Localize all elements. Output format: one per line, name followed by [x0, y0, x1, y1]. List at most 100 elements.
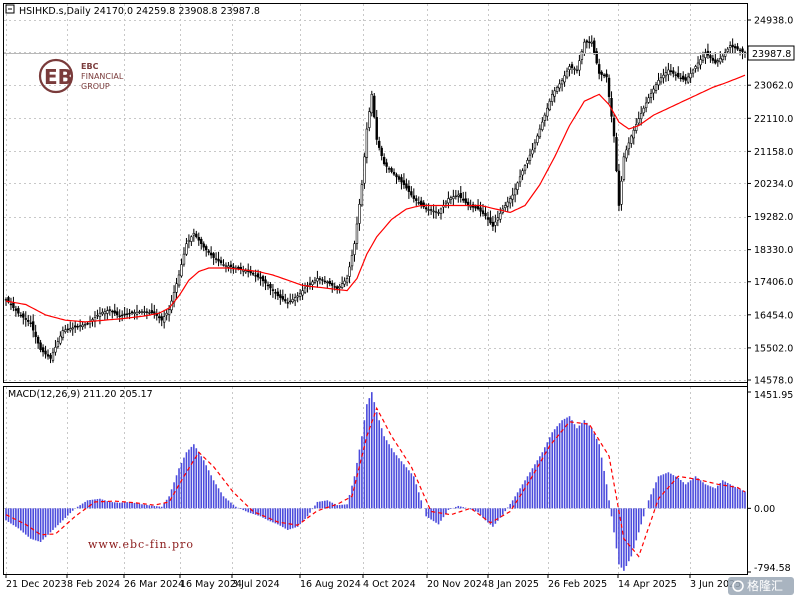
candle-body — [682, 75, 685, 80]
candle-body — [481, 210, 485, 214]
candle-body — [677, 72, 680, 78]
candle-body — [533, 142, 537, 149]
candle-body — [326, 281, 329, 284]
candle-body — [140, 311, 144, 313]
candle-body — [672, 70, 675, 74]
candle-body — [128, 312, 131, 315]
candle-body — [573, 68, 576, 70]
candle-body — [484, 212, 487, 217]
candle-body — [509, 198, 512, 204]
candle-body — [462, 198, 465, 201]
candle-body — [711, 57, 715, 61]
price-tick-label: 23062.0 — [754, 81, 793, 92]
candle-body — [261, 276, 265, 282]
candle-body — [143, 311, 146, 313]
candle-body — [41, 347, 45, 353]
candle-body — [286, 302, 289, 304]
candle-body — [570, 64, 574, 68]
candle-body — [24, 318, 27, 320]
candle-body — [699, 59, 702, 66]
candle-body — [538, 128, 542, 138]
candle-body — [575, 69, 579, 72]
chart-canvas: EB EBC FINANCIAL GROUP 24938.024010.0230… — [0, 0, 800, 597]
candle-body — [526, 160, 529, 164]
candle-body — [162, 316, 166, 323]
candle-body — [185, 243, 188, 255]
candle-body — [111, 310, 114, 313]
candle-body — [709, 55, 712, 59]
candle-body — [296, 295, 299, 298]
candle-body — [521, 170, 524, 176]
candle-body — [353, 243, 356, 255]
candle-body — [118, 315, 121, 317]
candle-body — [153, 311, 156, 314]
candle-body — [14, 308, 18, 311]
candle-body — [363, 156, 366, 184]
price-tick-label: 15502.0 — [754, 343, 793, 354]
candle-body — [217, 258, 220, 262]
candle-body — [249, 270, 252, 274]
candle-body — [560, 80, 564, 85]
candle-body — [214, 258, 218, 260]
candle-body — [733, 46, 737, 49]
candle-body — [427, 209, 430, 211]
candle-body — [150, 310, 154, 314]
brand-line3: GROUP — [81, 82, 110, 91]
candle-body — [237, 266, 240, 270]
candle-body — [244, 270, 247, 273]
candle-body — [86, 323, 89, 325]
candle-body — [78, 325, 82, 328]
candle-body — [496, 217, 500, 221]
candle-body — [56, 341, 60, 348]
candle-body — [19, 314, 23, 317]
candle-body — [583, 41, 586, 54]
brand-line1: EBC — [81, 62, 99, 71]
candle-body — [385, 162, 388, 167]
time-tick-label: 8 Feb 2024 — [67, 579, 120, 590]
candle-body — [222, 264, 225, 266]
candle-body — [447, 198, 450, 204]
candle-body — [29, 322, 32, 324]
candle-body — [31, 321, 35, 331]
candle-body — [269, 284, 272, 289]
candle-body — [209, 252, 213, 256]
candle-body — [639, 113, 643, 120]
candle-body — [459, 193, 462, 198]
candle-body — [138, 311, 141, 313]
candle-body — [227, 265, 230, 268]
candle-body — [298, 292, 302, 297]
candle-body — [328, 280, 331, 284]
candle-body — [207, 250, 210, 253]
candle-body — [96, 314, 99, 317]
candle-body — [674, 74, 677, 76]
candle-body — [716, 60, 720, 63]
candle-body — [479, 207, 482, 212]
candle-body — [274, 292, 277, 294]
candle-body — [585, 40, 589, 43]
candle-body — [321, 279, 324, 281]
price-tick-label: 17406.0 — [754, 277, 793, 288]
candle-body — [358, 204, 361, 224]
candle-body — [642, 107, 645, 114]
candle-body — [476, 206, 480, 210]
candle-body — [555, 87, 559, 92]
candle-body — [412, 195, 416, 199]
candle-body — [432, 210, 435, 213]
current-price-label: 23987.8 — [752, 49, 791, 60]
candle-body — [17, 308, 20, 314]
candle-body — [224, 264, 228, 267]
candle-body — [180, 264, 183, 277]
candle-body — [165, 312, 168, 316]
candle-body — [284, 299, 287, 302]
candle-body — [345, 278, 349, 283]
brand-line2: FINANCIAL — [81, 72, 124, 81]
candle-body — [177, 274, 181, 286]
time-tick-label: 21 Dec 2023 — [6, 579, 67, 590]
candle-body — [696, 62, 700, 69]
candle-body — [4, 299, 8, 301]
candle-body — [444, 201, 448, 205]
candle-body — [348, 266, 351, 277]
candle-body — [397, 176, 401, 180]
candle-body — [469, 206, 472, 208]
candle-body — [66, 328, 69, 331]
